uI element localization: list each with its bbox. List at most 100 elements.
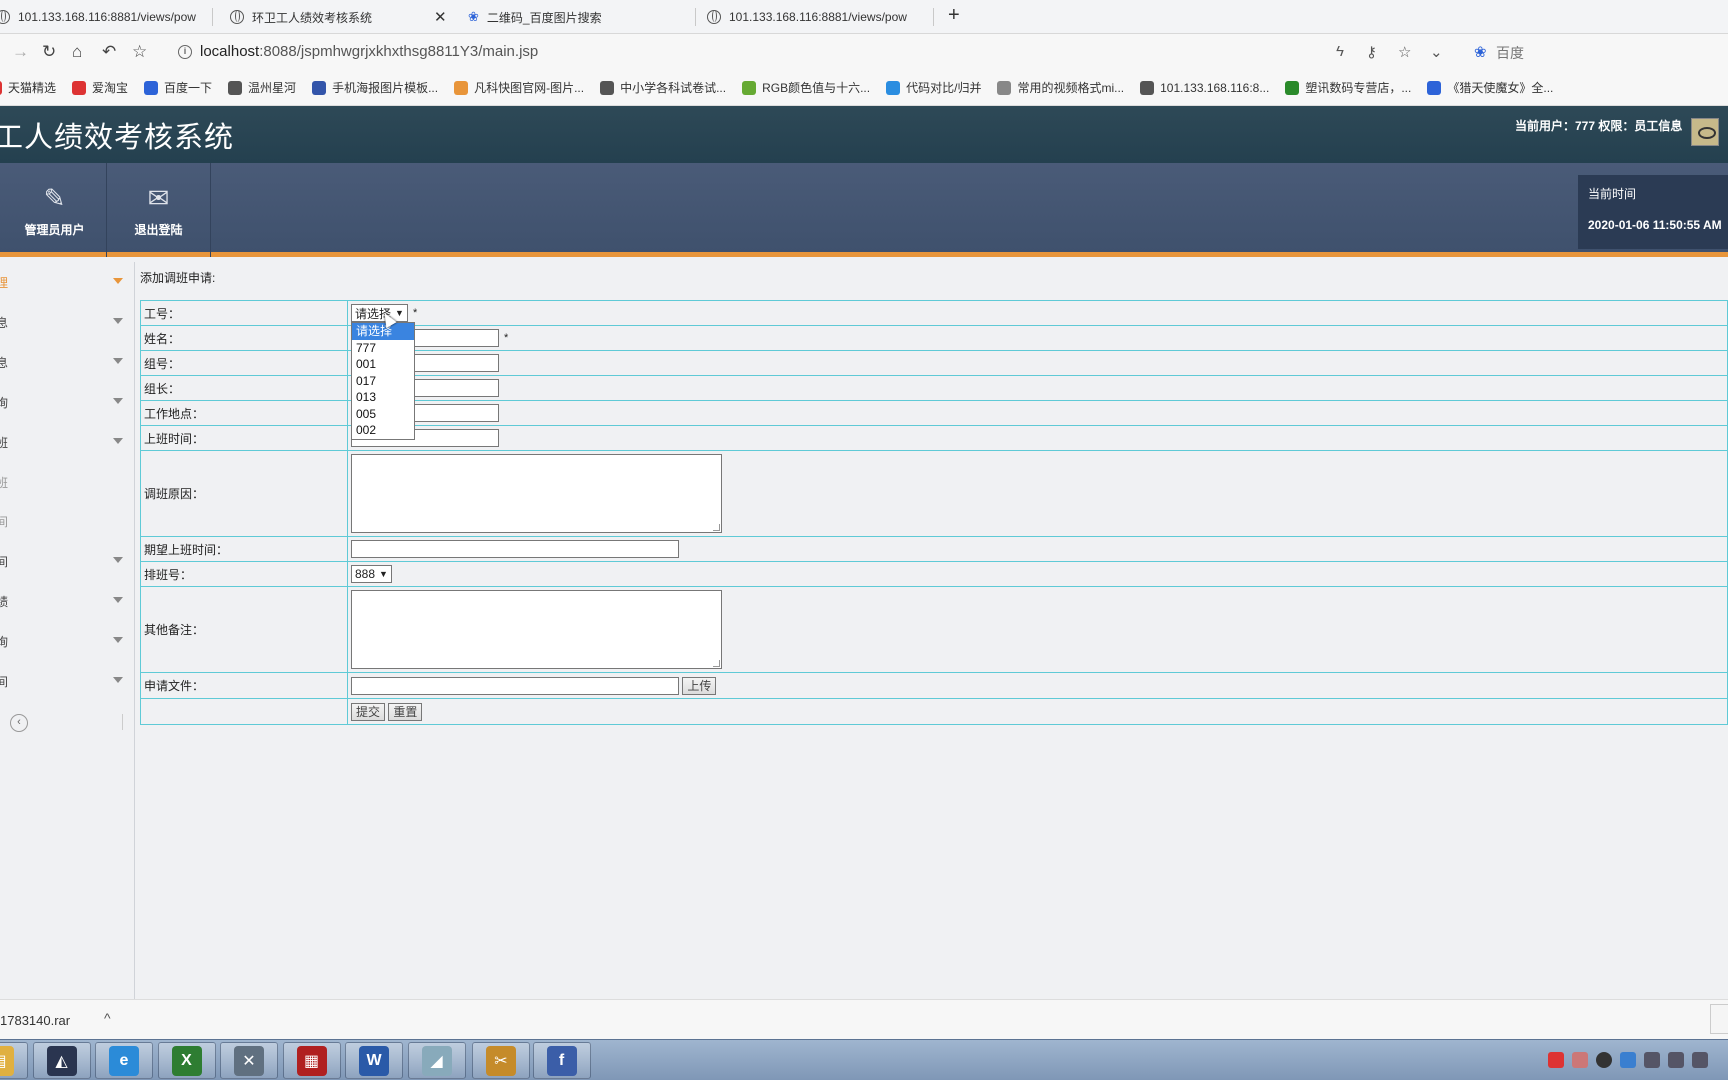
sidebar-menu-item[interactable]: 息: [0, 310, 130, 334]
logout-button[interactable]: ✉ 退出登陆: [107, 163, 211, 257]
sidebar-menu-item[interactable]: 间: [0, 669, 130, 693]
shield-icon[interactable]: [1620, 1052, 1636, 1068]
taskbar-app-button[interactable]: ◢: [407, 1042, 466, 1079]
app-title: 工人绩效考核系统: [0, 122, 235, 154]
browser-tab-strip: 101.133.168.116:8881/views/pow 环卫工人绩效考核系…: [0, 0, 1728, 34]
taskbar-app-button[interactable]: X: [157, 1042, 216, 1079]
bookmark-item[interactable]: 《猎天使魔女》全...: [1427, 79, 1553, 96]
work-place-cell: [347, 400, 1728, 426]
dropdown-arrow-icon: ▼: [395, 308, 404, 318]
tab-3[interactable]: ❀ 二维码_百度图片搜索: [468, 0, 688, 34]
taskbar-app-button[interactable]: ✂: [472, 1042, 530, 1079]
bookmark-item[interactable]: 塑讯数码专营店，...: [1285, 79, 1411, 96]
bookmark-item[interactable]: 天猫精选: [0, 79, 56, 96]
bookmark-label: 中小学各科试卷试...: [620, 81, 727, 95]
favorite-star-icon[interactable]: ☆: [1398, 43, 1411, 61]
bookmark-item[interactable]: RGB颜色值与十六...: [742, 79, 870, 96]
sidebar-menu-item[interactable]: 间: [0, 509, 130, 533]
bookmark-item[interactable]: 中小学各科试卷试...: [600, 79, 726, 96]
expected-time-input[interactable]: [351, 540, 679, 558]
network-icon[interactable]: [1692, 1052, 1708, 1068]
bookmarks-bar: 天猫精选 爱淘宝 百度一下 温州星河 手机海报图片模板... 凡科快图官网-图片... 中小…: [0, 70, 1728, 106]
reset-button[interactable]: 重置: [388, 702, 423, 721]
sidebar-menu-item[interactable]: 班: [0, 470, 130, 494]
taskbar-app-button[interactable]: ◭: [32, 1042, 91, 1079]
sidebar-item-label: 理: [0, 276, 9, 290]
tab-1[interactable]: 101.133.168.116:8881/views/pow: [0, 0, 206, 34]
bookmark-label: 凡科快图官网-图片...: [474, 81, 585, 95]
shift-no-select[interactable]: 888 ▼: [351, 565, 392, 583]
bookmark-item[interactable]: 凡科快图官网-图片...: [454, 79, 584, 96]
bookmark-item[interactable]: 百度一下: [144, 79, 212, 96]
collapse-sidebar-button[interactable]: ‹: [10, 714, 28, 732]
sidebar-menu-item[interactable]: 理: [0, 270, 130, 294]
taskbar-app-button[interactable]: e: [95, 1042, 153, 1079]
avatar[interactable]: [1691, 118, 1719, 146]
admin-user-button[interactable]: ✎ 管理员用户: [3, 163, 107, 257]
submit-button[interactable]: 提交: [351, 702, 386, 721]
tab-2-active[interactable]: 环卫工人绩效考核系统: [230, 0, 450, 34]
search-engine-label[interactable]: 百度: [1496, 43, 1524, 63]
form-row-shift-no: 排班号： 888 ▼: [140, 561, 1728, 587]
reason-textarea[interactable]: [351, 454, 722, 533]
undo-icon[interactable]: ↶: [102, 42, 116, 62]
sidebar-menu-item[interactable]: 息: [0, 350, 130, 374]
dropdown-option[interactable]: 013: [352, 389, 414, 406]
tab-4[interactable]: 101.133.168.116:8881/views/pow: [707, 0, 927, 34]
caret-down-icon: [113, 358, 123, 364]
dropdown-option[interactable]: 777: [352, 340, 414, 357]
taskbar-app-button[interactable]: W: [345, 1042, 403, 1079]
new-tab-button[interactable]: +: [948, 4, 960, 27]
sidebar-menu-item[interactable]: 绩: [0, 589, 130, 613]
remarks-textarea[interactable]: [351, 590, 722, 669]
upload-button[interactable]: 上传: [682, 676, 717, 695]
bookmark-item[interactable]: 常用的视频格式mi...: [997, 79, 1124, 96]
sogou-ime-icon[interactable]: [1548, 1052, 1564, 1068]
dropdown-option[interactable]: 001: [352, 356, 414, 373]
dropdown-option[interactable]: 017: [352, 373, 414, 390]
url-input[interactable]: localhost:8088/jspmhwgrjxkhxthsg8811Y3/m…: [200, 43, 538, 60]
reload-icon[interactable]: ↻: [42, 42, 56, 62]
sidebar-menu-item[interactable]: 询: [0, 390, 130, 414]
bookmark-item[interactable]: 手机海报图片模板...: [312, 79, 438, 96]
emp-no-select[interactable]: 请选择 ▼: [351, 304, 408, 322]
eclipse-icon: ◭: [46, 1045, 77, 1076]
forward-icon[interactable]: →: [12, 42, 29, 62]
work-time-cell: [347, 425, 1728, 451]
site-info-icon[interactable]: i: [178, 45, 192, 59]
word-icon: W: [359, 1045, 389, 1076]
taskbar-app-button[interactable]: ▤: [0, 1042, 28, 1079]
dropdown-option[interactable]: 005: [352, 406, 414, 423]
chevron-up-icon[interactable]: ^: [104, 1010, 111, 1026]
tray-app-icon[interactable]: [1572, 1052, 1588, 1068]
download-file-name[interactable]: 1783140.rar: [0, 1013, 70, 1028]
sidebar-menu-item[interactable]: 间: [0, 549, 130, 573]
home-icon[interactable]: ⌂: [72, 42, 82, 62]
sidebar-menu-item[interactable]: 询: [0, 629, 130, 653]
taskbar-app-button[interactable]: ▦: [282, 1042, 341, 1079]
pencil-icon: ✎: [43, 182, 66, 213]
bookmark-item[interactable]: 爱淘宝: [72, 79, 128, 96]
taskbar-app-button[interactable]: f: [532, 1042, 591, 1079]
lightning-icon[interactable]: ϟ: [1336, 43, 1344, 60]
key-icon[interactable]: ⚷: [1366, 43, 1377, 61]
bookmark-item[interactable]: 代码对比/归并: [886, 79, 981, 96]
dropdown-option[interactable]: 002: [352, 422, 414, 439]
dropdown-option[interactable]: 请选择: [352, 323, 414, 340]
bookmark-favicon-icon: [600, 80, 615, 95]
speaker-icon[interactable]: [1668, 1052, 1684, 1068]
file-path-input[interactable]: [351, 676, 679, 695]
bookmark-item[interactable]: 温州星河: [228, 79, 296, 96]
bookmark-item[interactable]: 101.133.168.116:8...: [1140, 80, 1269, 95]
chevron-down-icon[interactable]: ⌄: [1430, 43, 1443, 61]
volume-icon[interactable]: [1644, 1052, 1660, 1068]
download-panel-button[interactable]: [1710, 1004, 1728, 1034]
sidebar-menu-item[interactable]: 班: [0, 430, 130, 454]
bookmark-star-icon[interactable]: ☆: [132, 42, 147, 62]
taskbar-app-button[interactable]: ✕: [220, 1042, 278, 1079]
expected-time-label: 期望上班时间：: [140, 536, 348, 562]
shift-no-selected-value: 888: [355, 567, 376, 581]
close-tab-icon[interactable]: ✕: [434, 8, 447, 26]
dropdown-arrow-icon: ▼: [379, 569, 388, 579]
qq-icon[interactable]: [1596, 1052, 1612, 1068]
